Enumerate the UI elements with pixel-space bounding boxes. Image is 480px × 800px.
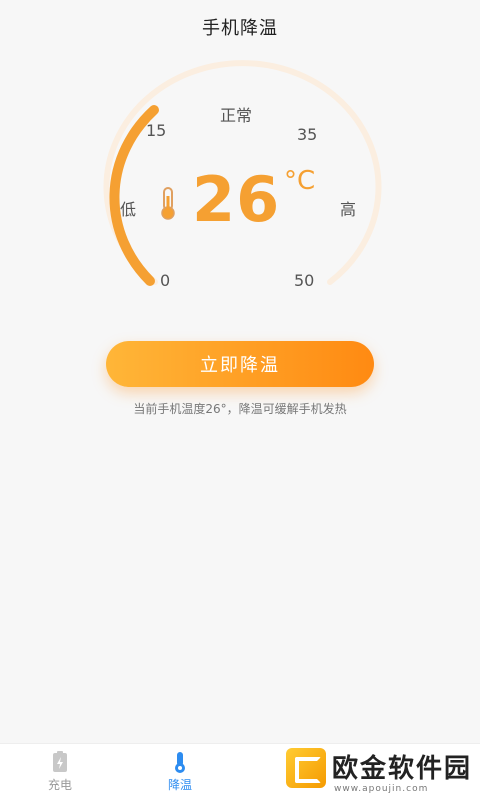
gauge-tick-0: 0 (160, 271, 171, 290)
gauge-tick-15: 15 (146, 121, 167, 140)
tab-charge[interactable]: 充电 (20, 750, 100, 793)
gauge-tick-50: 50 (294, 271, 315, 290)
temperature-hint: 当前手机温度26°，降温可缓解手机发热 (133, 402, 347, 416)
watermark: 欧金软件园 www.apoujin.com (280, 744, 480, 800)
tab-cooling-label: 降温 (167, 778, 192, 792)
cool-down-button[interactable]: 立即降温 (106, 341, 374, 387)
gauge-tick-35: 35 (297, 125, 318, 144)
temperature-unit: °C (284, 166, 316, 196)
temperature-readout: 26 °C (158, 160, 358, 240)
battery-charge-icon (53, 751, 67, 772)
watermark-text: 欧金软件园 (332, 754, 473, 784)
temperature-value: 26 (192, 163, 281, 236)
watermark-url: www.apoujin.com (334, 784, 429, 794)
gauge-status-label: 正常 (220, 106, 253, 125)
tab-cooling[interactable]: 降温 (140, 750, 220, 793)
thermometer-icon (161, 187, 175, 220)
thermometer-icon (175, 752, 185, 773)
gauge-low-label: 低 (120, 200, 137, 219)
watermark-logo-icon (286, 748, 326, 788)
tab-charge-label: 充电 (47, 778, 72, 792)
